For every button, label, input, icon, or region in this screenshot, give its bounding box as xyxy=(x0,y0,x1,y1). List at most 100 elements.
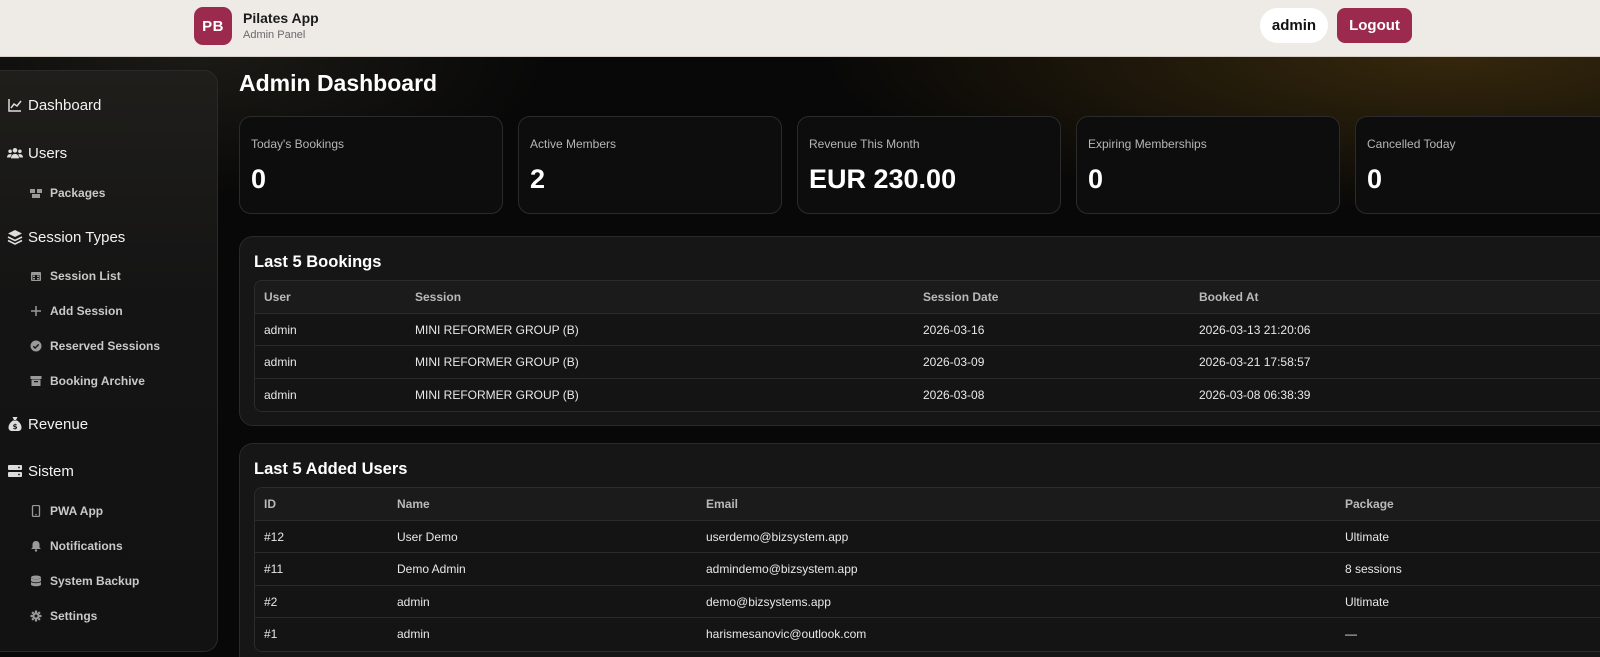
svg-text:$: $ xyxy=(13,423,18,431)
table-cell: demo@bizsystems.app xyxy=(706,594,831,609)
table-row[interactable]: admin MINI REFORMER GROUP (B) 2026-03-16… xyxy=(255,313,1600,346)
boxes-icon xyxy=(30,189,42,198)
sidebar-item-dashboard[interactable]: Dashboard xyxy=(7,93,101,117)
table-header: User Session Session Date Booked At xyxy=(255,281,1600,314)
table-cell: 2026-03-08 xyxy=(923,387,985,402)
table-cell: admin xyxy=(264,387,297,402)
table-row[interactable]: #12 User Demo userdemo@bizsystem.app Ult… xyxy=(255,520,1600,553)
table-cell: Ultimate xyxy=(1345,529,1390,544)
money-bag-icon: $ xyxy=(8,417,22,431)
sidebar-item-label: Notifications xyxy=(50,539,123,553)
table-row[interactable]: #2 admin demo@bizsystems.app Ultimate xyxy=(255,585,1600,618)
sidebar-item-label: Add Session xyxy=(50,304,123,318)
sidebar-item-reserved-sessions[interactable]: Reserved Sessions xyxy=(30,337,160,355)
stat-label: Expiring Memberships xyxy=(1088,137,1207,151)
bookings-table: User Session Session Date Booked At admi… xyxy=(254,280,1600,412)
stat-label: Cancelled Today xyxy=(1367,137,1456,151)
sidebar-item-session-list[interactable]: Session List xyxy=(30,267,121,285)
last-users-panel: Last 5 Added Users ID Name Email Package… xyxy=(239,443,1600,657)
table-cell: #2 xyxy=(264,594,278,609)
sidebar-item-users[interactable]: Users xyxy=(7,141,67,165)
archive-icon xyxy=(30,376,42,386)
table-cell: harismesanovic@outlook.com xyxy=(706,627,867,641)
bell-icon xyxy=(31,541,41,552)
table-cell: 8 sessions xyxy=(1345,562,1402,576)
sidebar-item-system-backup[interactable]: System Backup xyxy=(30,572,139,590)
table-cell: admindemo@bizsystem.app xyxy=(706,562,858,576)
check-circle-icon xyxy=(30,340,42,352)
calendar-icon xyxy=(31,272,41,281)
brand[interactable]: PB Pilates App Admin Panel xyxy=(194,7,319,45)
sidebar-item-notifications[interactable]: Notifications xyxy=(30,537,123,555)
sidebar-item-label: Packages xyxy=(50,186,106,200)
table-cell: admin xyxy=(264,355,297,369)
table-cell: Ultimate xyxy=(1345,594,1390,609)
stat-value: 2 xyxy=(530,164,546,194)
table-cell: #1 xyxy=(264,627,278,641)
sidebar-item-sistem[interactable]: Sistem xyxy=(7,459,74,483)
panel-title: Last 5 Added Users xyxy=(254,460,408,478)
column-header[interactable]: Package xyxy=(1345,488,1394,520)
user-badge[interactable]: admin xyxy=(1260,8,1328,43)
stat-card-expiring-memberships: Expiring Memberships 0 xyxy=(1076,116,1340,214)
table-row[interactable]: #1 admin harismesanovic@outlook.com — xyxy=(255,618,1600,651)
sidebar-item-label: Sistem xyxy=(28,462,74,480)
column-header[interactable]: Session xyxy=(415,281,461,313)
gear-icon xyxy=(30,610,42,622)
sidebar-item-label: Session List xyxy=(50,269,121,283)
stat-value: 0 xyxy=(251,164,267,194)
table-cell: admin xyxy=(264,322,297,337)
table-row[interactable]: admin MINI REFORMER GROUP (B) 2026-03-08… xyxy=(255,378,1600,411)
sidebar-item-label: Users xyxy=(28,144,68,162)
sidebar-item-session-types[interactable]: Session Types xyxy=(7,225,125,249)
stat-label: Today's Bookings xyxy=(251,137,345,151)
database-icon xyxy=(30,575,42,587)
page-title: Admin Dashboard xyxy=(239,70,438,96)
table-cell: 2026-03-21 17:58:57 xyxy=(1199,355,1311,369)
sidebar-item-label: Dashboard xyxy=(28,96,102,114)
logout-button[interactable]: Logout xyxy=(1337,8,1412,43)
table-cell: admin xyxy=(397,627,430,641)
column-header[interactable]: User xyxy=(264,281,291,313)
sidebar-item-label: Reserved Sessions xyxy=(50,339,161,353)
last-bookings-panel: Last 5 Bookings User Session Session Dat… xyxy=(239,236,1600,426)
sidebar-item-revenue[interactable]: $ Revenue xyxy=(7,412,88,436)
app-title: Pilates App xyxy=(243,10,319,26)
table-cell: Demo Admin xyxy=(397,562,466,576)
table-cell: — xyxy=(1345,627,1357,641)
table-cell: #12 xyxy=(264,529,285,544)
column-header[interactable]: Name xyxy=(397,488,430,520)
table-row[interactable]: #11 Demo Admin admindemo@bizsystem.app 8… xyxy=(255,553,1600,586)
server-icon xyxy=(8,465,22,477)
table-row[interactable]: admin MINI REFORMER GROUP (B) 2026-03-09… xyxy=(255,346,1600,379)
column-header[interactable]: Booked At xyxy=(1199,281,1259,313)
layers-icon xyxy=(7,230,23,245)
table-cell: MINI REFORMER GROUP (B) xyxy=(415,355,579,369)
sidebar-item-label: PWA App xyxy=(50,504,104,518)
line-chart-icon xyxy=(8,99,22,112)
table-cell: userdemo@bizsystem.app xyxy=(706,529,849,544)
sidebar-item-pwa-app[interactable]: PWA App xyxy=(30,502,103,520)
column-header[interactable]: Email xyxy=(706,488,738,520)
table-cell: MINI REFORMER GROUP (B) xyxy=(415,322,579,337)
sidebar-item-label: System Backup xyxy=(50,574,140,588)
top-bar: PB Pilates App Admin Panel admin Logout xyxy=(0,0,1600,57)
table-cell: User Demo xyxy=(397,529,458,544)
column-header[interactable]: ID xyxy=(264,488,276,520)
sidebar-item-booking-archive[interactable]: Booking Archive xyxy=(30,372,145,390)
brand-text: Pilates App Admin Panel xyxy=(243,10,319,42)
sidebar-item-add-session[interactable]: Add Session xyxy=(30,302,123,320)
stat-card-revenue-this-month: Revenue This Month EUR 230.00 xyxy=(797,116,1061,214)
sidebar-item-label: Session Types xyxy=(28,228,126,246)
stat-label: Active Members xyxy=(530,137,617,151)
table-cell: 2026-03-13 21:20:06 xyxy=(1199,322,1311,337)
stat-card-todays-bookings: Today's Bookings 0 xyxy=(239,116,503,214)
app-subtitle: Admin Panel xyxy=(243,29,306,41)
table-header: ID Name Email Package xyxy=(255,488,1600,521)
table-cell: #11 xyxy=(264,562,284,576)
app-logo: PB xyxy=(194,7,232,45)
sidebar-item-packages[interactable]: Packages xyxy=(30,184,105,202)
sidebar-item-settings[interactable]: Settings xyxy=(30,607,97,625)
column-header[interactable]: Session Date xyxy=(923,281,998,313)
sidebar-item-label: Booking Archive xyxy=(50,374,145,388)
